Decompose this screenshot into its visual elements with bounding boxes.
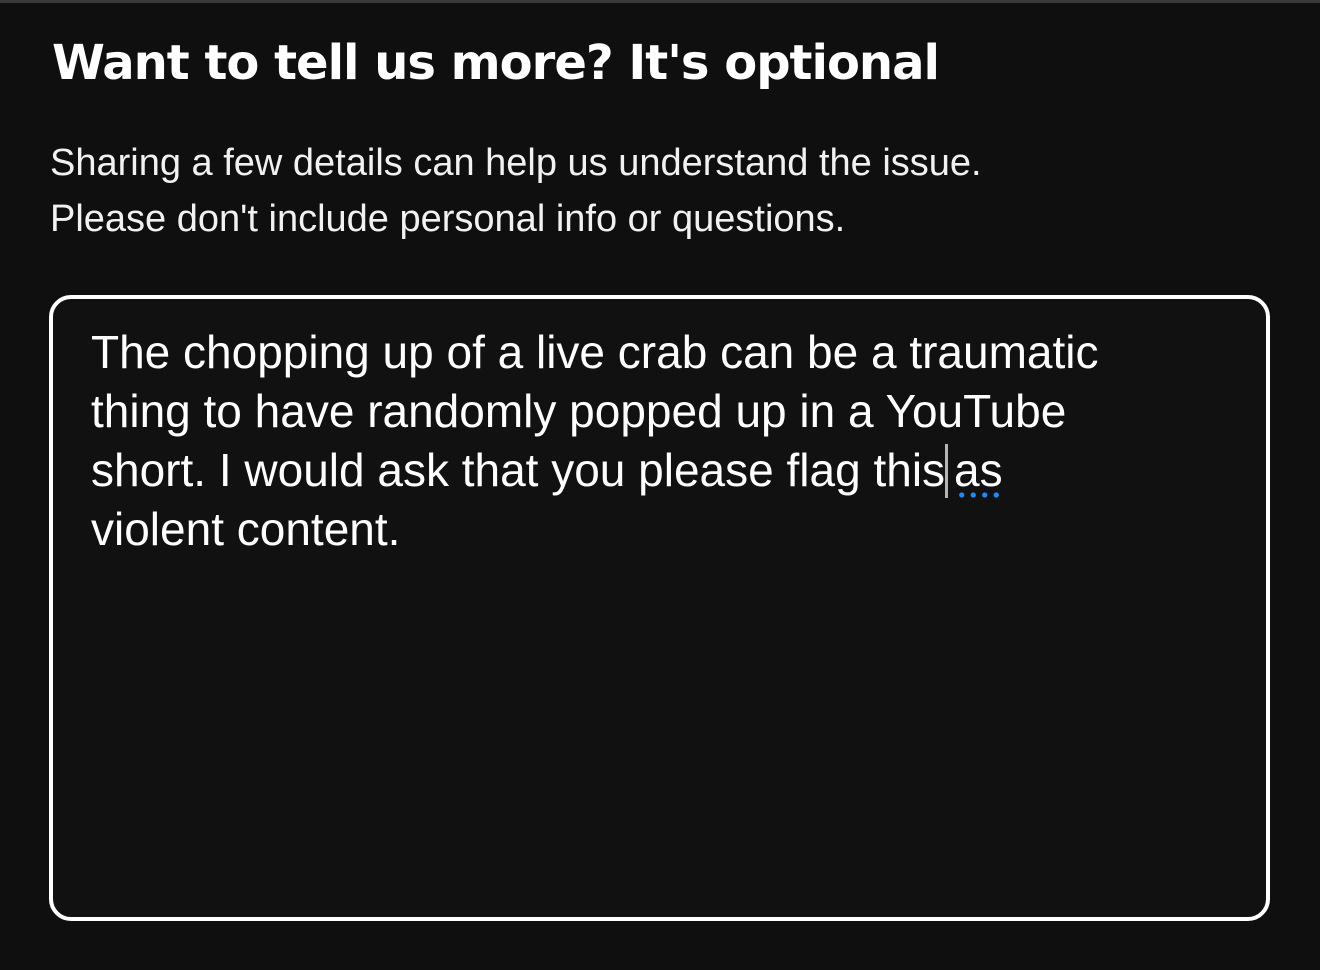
- details-line-3: short. I would ask that you please flag …: [91, 441, 1231, 500]
- text-cursor: [945, 444, 949, 498]
- flagged-word-text: as: [954, 444, 1003, 496]
- spellcheck-flagged-word[interactable]: as: [954, 441, 1003, 500]
- description-line-1: Sharing a few details can help us unders…: [50, 142, 982, 184]
- details-line-1: The chopping up of a live crab can be a …: [91, 326, 1099, 378]
- spellcheck-underline-icon: [956, 492, 1003, 498]
- details-line-4: violent content.: [91, 503, 401, 555]
- details-text-content[interactable]: The chopping up of a live crab can be a …: [91, 323, 1231, 559]
- details-line-3-text: short. I would ask that you please flag …: [91, 444, 946, 496]
- report-details-sheet: Want to tell us more? It's optional Shar…: [0, 3, 1320, 970]
- dialog-title: Want to tell us more? It's optional: [52, 35, 940, 91]
- details-line-2: thing to have randomly popped up in a Yo…: [91, 385, 1067, 437]
- details-text-field[interactable]: The chopping up of a live crab can be a …: [49, 295, 1270, 921]
- description-line-2: Please don't include personal info or qu…: [50, 198, 846, 240]
- dialog-description: Sharing a few details can help us unders…: [50, 135, 1250, 247]
